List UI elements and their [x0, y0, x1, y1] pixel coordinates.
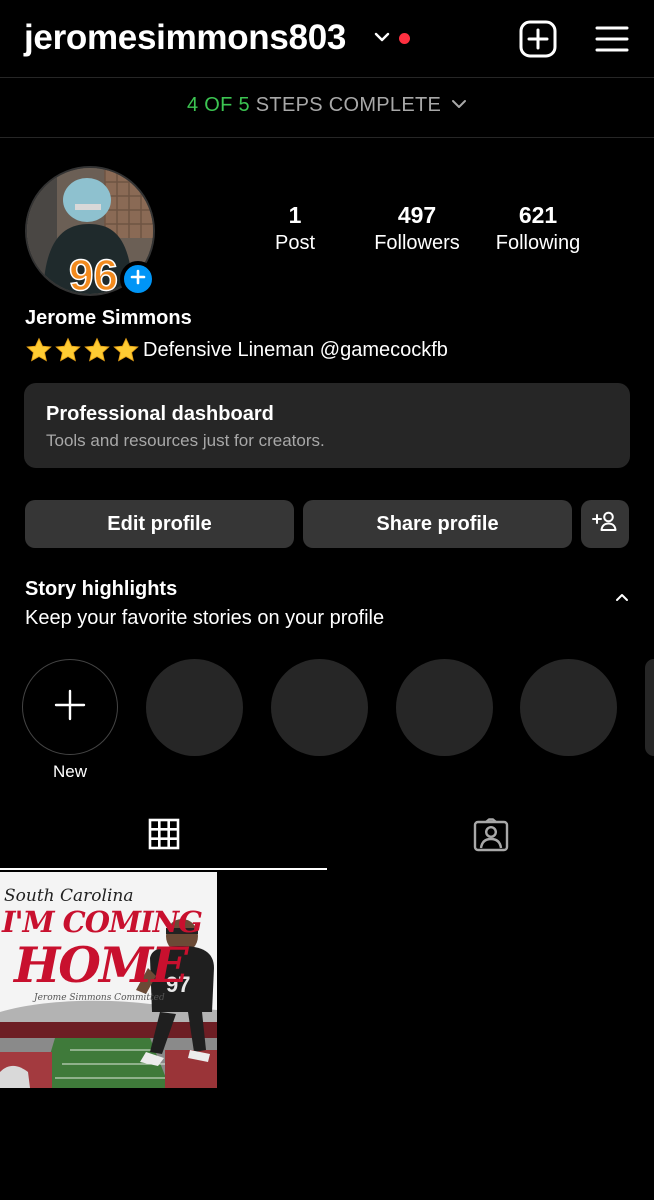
- steps-complete-banner[interactable]: 4 OF 5 STEPS COMPLETE: [0, 78, 654, 138]
- professional-dashboard-card[interactable]: Professional dashboard Tools and resourc…: [24, 383, 630, 468]
- stat-value: 621: [518, 202, 558, 228]
- new-highlight-label: New: [52, 762, 87, 781]
- new-highlight-button[interactable]: [22, 659, 118, 755]
- menu-icon[interactable]: [595, 22, 629, 56]
- profile-bio: Defensive Lineman @gamecockfb: [25, 337, 448, 364]
- tab-tagged[interactable]: [327, 805, 654, 870]
- add-story-button[interactable]: [120, 261, 156, 297]
- stat-value: 1: [288, 202, 302, 228]
- star-icon: [26, 337, 52, 362]
- highlight-placeholder: [271, 659, 368, 756]
- chevron-down-icon: [451, 93, 467, 116]
- chevron-down-icon[interactable]: [374, 30, 390, 48]
- share-profile-button[interactable]: Share profile: [303, 500, 572, 548]
- tagged-icon: [473, 818, 509, 857]
- highlights-subtitle: Keep your favorite stories on your profi…: [25, 607, 385, 629]
- steps-label: STEPS COMPLETE: [255, 94, 442, 116]
- bio-stars: [25, 337, 141, 364]
- stat-followers[interactable]: 497 Followers: [366, 200, 468, 256]
- star-icon: [113, 337, 139, 362]
- chevron-up-icon[interactable]: [614, 590, 630, 608]
- plus-icon: [130, 269, 146, 290]
- steps-progress: 4 OF 5: [186, 94, 250, 116]
- top-bar: jeromesimmons803: [0, 0, 654, 78]
- profile-name: Jerome Simmons: [25, 307, 192, 329]
- stat-label: Post: [274, 232, 316, 254]
- post-headline-2: HOME: [14, 936, 189, 994]
- dashboard-title: Professional dashboard: [46, 403, 274, 425]
- stat-value: 497: [397, 202, 437, 228]
- highlight-placeholder: [520, 659, 617, 756]
- highlight-placeholder: [146, 659, 243, 756]
- dashboard-subtitle: Tools and resources just for creators.: [46, 431, 325, 450]
- highlight-placeholder: [396, 659, 493, 756]
- highlight-placeholder: [645, 659, 654, 756]
- grid-icon: [148, 818, 180, 855]
- post-script-text: South Carolina: [4, 886, 134, 906]
- plus-icon: [53, 688, 87, 727]
- stat-label: Followers: [374, 232, 460, 254]
- stat-posts[interactable]: 1 Post: [259, 200, 331, 256]
- tab-posts-grid[interactable]: [0, 805, 327, 870]
- highlights-title: Story highlights: [25, 578, 178, 600]
- stat-label: Following: [495, 232, 581, 254]
- post-headline-1: I'M COMING: [2, 905, 203, 939]
- post-thumbnail[interactable]: 97 South Carolina I'M COMING HOME Jerome…: [0, 872, 217, 1088]
- username-title[interactable]: jeromesimmons803: [24, 18, 346, 58]
- bio-text: Defensive Lineman @gamecockfb: [143, 339, 448, 361]
- star-icon: [55, 337, 81, 362]
- discover-people-button[interactable]: [581, 500, 629, 548]
- svg-text:96: 96: [69, 251, 118, 294]
- post-signature: Jerome Simmons Committed: [34, 993, 165, 1003]
- stat-following[interactable]: 621 Following: [486, 200, 590, 256]
- add-post-icon[interactable]: [519, 20, 557, 58]
- notification-dot: [399, 33, 410, 44]
- add-person-icon: [592, 510, 618, 538]
- star-icon: [84, 337, 110, 362]
- edit-profile-button[interactable]: Edit profile: [25, 500, 294, 548]
